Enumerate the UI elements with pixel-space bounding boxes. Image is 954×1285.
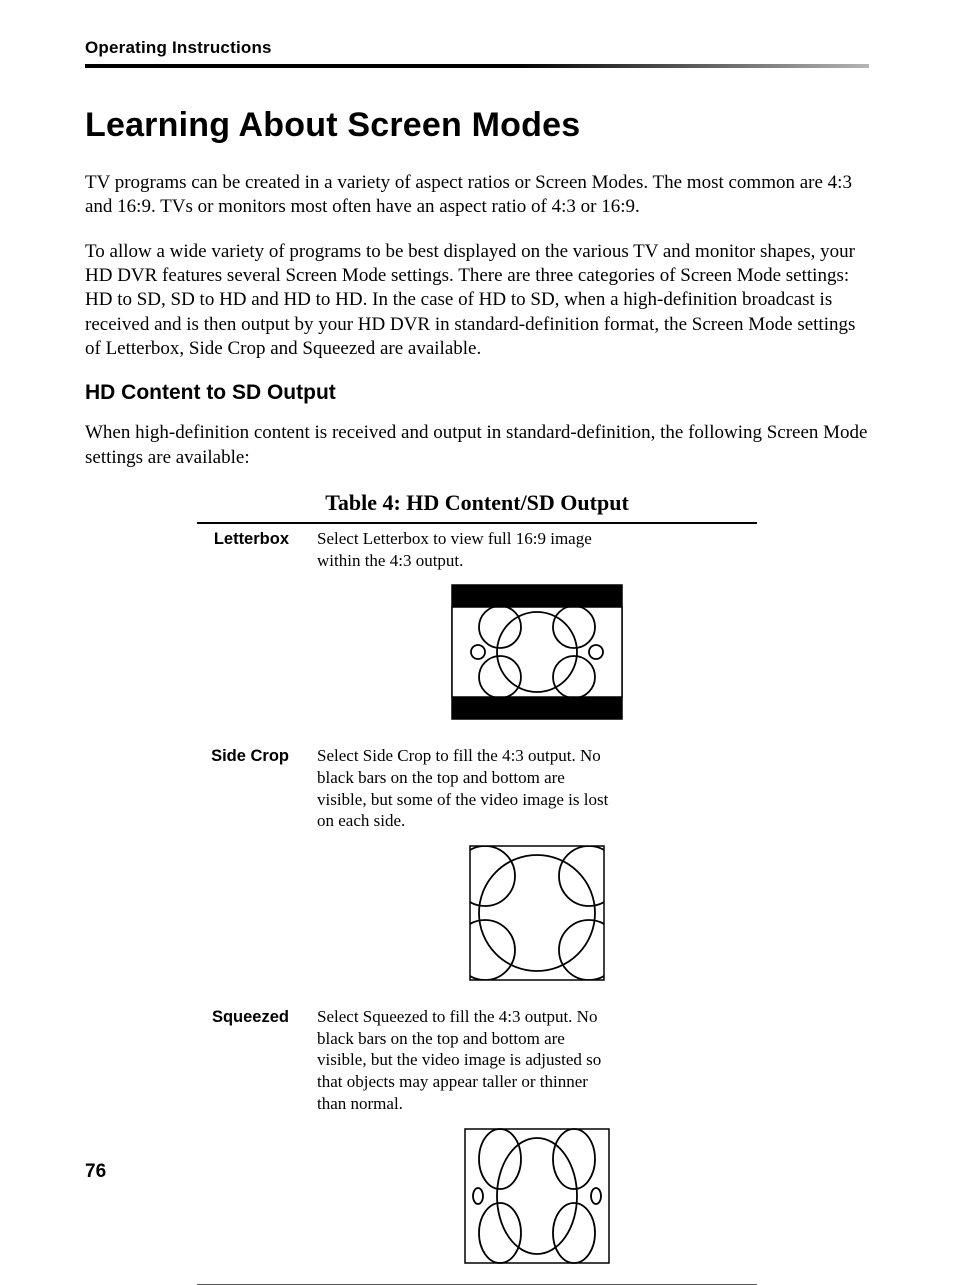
intro-paragraph-1: TV programs can be created in a variety …: [85, 171, 869, 220]
running-header: Operating Instructions: [85, 38, 869, 58]
page-title: Learning About Screen Modes: [85, 106, 869, 145]
row-label-sidecrop: Side Crop: [197, 745, 317, 766]
table-row: Letterbox Select Letterbox to view full …: [197, 524, 757, 741]
row-desc-squeezed: Select Squeezed to fill the 4:3 output. …: [317, 1006, 617, 1115]
table-row: Squeezed Select Squeezed to fill the 4:3…: [197, 1002, 757, 1285]
sidecrop-diagram: [317, 838, 757, 994]
page-number: 76: [85, 1161, 106, 1183]
letterbox-diagram: [317, 577, 757, 733]
row-desc-letterbox: Select Letterbox to view full 16:9 image…: [317, 528, 617, 572]
row-label-squeezed: Squeezed: [197, 1006, 317, 1027]
section-heading: HD Content to SD Output: [85, 381, 869, 405]
section-paragraph: When high-definition content is received…: [85, 421, 869, 470]
squeezed-diagram: [317, 1121, 757, 1277]
row-label-letterbox: Letterbox: [197, 528, 317, 549]
table-caption: Table 4: HD Content/SD Output: [85, 490, 869, 516]
table-row: Side Crop Select Side Crop to fill the 4…: [197, 741, 757, 1002]
screen-mode-table: Letterbox Select Letterbox to view full …: [197, 524, 757, 1285]
intro-paragraph-2: To allow a wide variety of programs to b…: [85, 240, 869, 362]
header-rule: [85, 64, 869, 68]
row-desc-sidecrop: Select Side Crop to fill the 4:3 output.…: [317, 745, 617, 832]
